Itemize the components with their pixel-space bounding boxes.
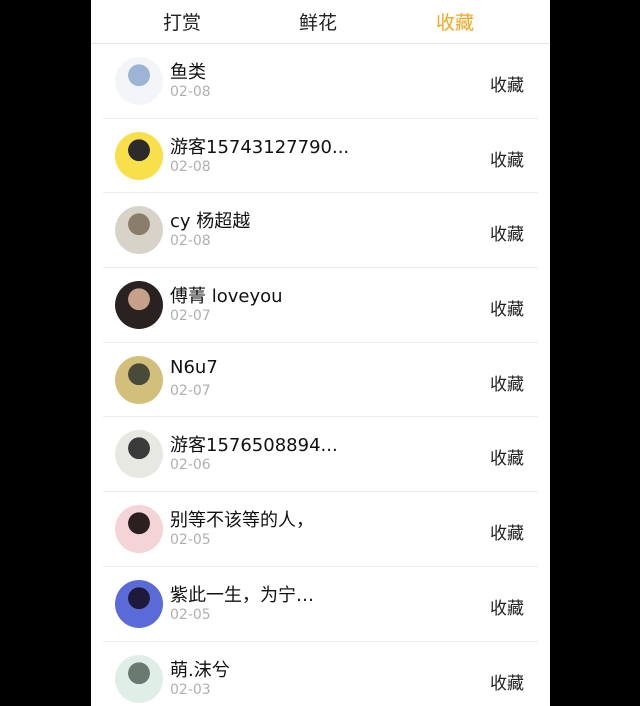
avatar[interactable]: [115, 430, 163, 479]
favorite-label[interactable]: 收藏: [490, 669, 524, 694]
item-date: 02-07: [170, 382, 211, 399]
favorite-label[interactable]: 收藏: [490, 519, 524, 544]
user-name: 游客15743127790...: [170, 136, 350, 158]
user-name: 紫此一生，为宁…: [170, 584, 314, 606]
favorite-label[interactable]: 收藏: [490, 444, 524, 469]
favorite-label[interactable]: 收藏: [490, 370, 524, 395]
avatar[interactable]: [115, 654, 163, 703]
item-date: 02-08: [170, 84, 211, 100]
favorite-label[interactable]: 收藏: [490, 295, 524, 320]
avatar[interactable]: [115, 206, 163, 255]
tab-favorites[interactable]: 收藏: [436, 8, 474, 35]
favorite-label[interactable]: 收藏: [490, 594, 524, 619]
list-item[interactable]: 别等不该等的人， 02-05 收藏: [103, 492, 538, 567]
item-date: 02-08: [170, 158, 211, 175]
list-item[interactable]: 鱼类 02-08 收藏: [103, 44, 538, 119]
user-name: cy 杨超越: [170, 211, 251, 233]
list-item[interactable]: 傅菁 loveyou 02-07 收藏: [103, 268, 538, 343]
user-name: 傅菁 loveyou: [170, 286, 283, 308]
item-date: 02-08: [170, 233, 211, 250]
user-name: N6u7: [170, 356, 218, 378]
item-date: 02-03: [170, 681, 211, 698]
avatar[interactable]: [115, 281, 163, 330]
favorites-list: 鱼类 02-08 收藏 游客15743127790... 02-08 收藏 cy 杨超越 02…: [91, 44, 550, 706]
user-name: 萌.沫兮: [170, 659, 230, 681]
tab-bar: 打赏 鲜花 收藏: [91, 0, 550, 44]
favorite-label[interactable]: 收藏: [490, 146, 524, 171]
list-item[interactable]: 萌.沫兮 02-03 收藏: [103, 642, 538, 706]
avatar[interactable]: [115, 131, 163, 180]
list-item[interactable]: 紫此一生，为宁… 02-05 收藏: [103, 567, 538, 642]
user-name: 别等不该等的人，: [170, 510, 314, 532]
favorite-label[interactable]: 收藏: [490, 220, 524, 245]
favorite-label[interactable]: 收藏: [490, 71, 524, 96]
avatar[interactable]: [115, 355, 163, 404]
avatar[interactable]: [115, 579, 163, 628]
user-name: 鱼类: [170, 62, 206, 83]
list-item[interactable]: cy 杨超越 02-08 收藏: [103, 193, 538, 269]
tab-reward[interactable]: 打赏: [163, 8, 201, 35]
list-item[interactable]: 游客15743127790... 02-08 收藏: [103, 119, 538, 194]
item-date: 02-05: [170, 606, 211, 623]
list-item[interactable]: N6u7 02-07 收藏: [103, 343, 538, 418]
item-date: 02-06: [170, 457, 211, 474]
item-date: 02-07: [170, 308, 211, 325]
avatar[interactable]: [115, 505, 163, 554]
app-screen: 打赏 鲜花 收藏 鱼类 02-08 收藏 游客15743127790... 02-08 收…: [91, 0, 550, 706]
avatar[interactable]: [115, 57, 163, 105]
user-name: 游客1576508894...: [170, 435, 338, 457]
item-date: 02-05: [170, 532, 211, 549]
tab-flowers[interactable]: 鲜花: [299, 8, 337, 35]
list-item[interactable]: 游客1576508894... 02-06 收藏: [103, 417, 538, 493]
